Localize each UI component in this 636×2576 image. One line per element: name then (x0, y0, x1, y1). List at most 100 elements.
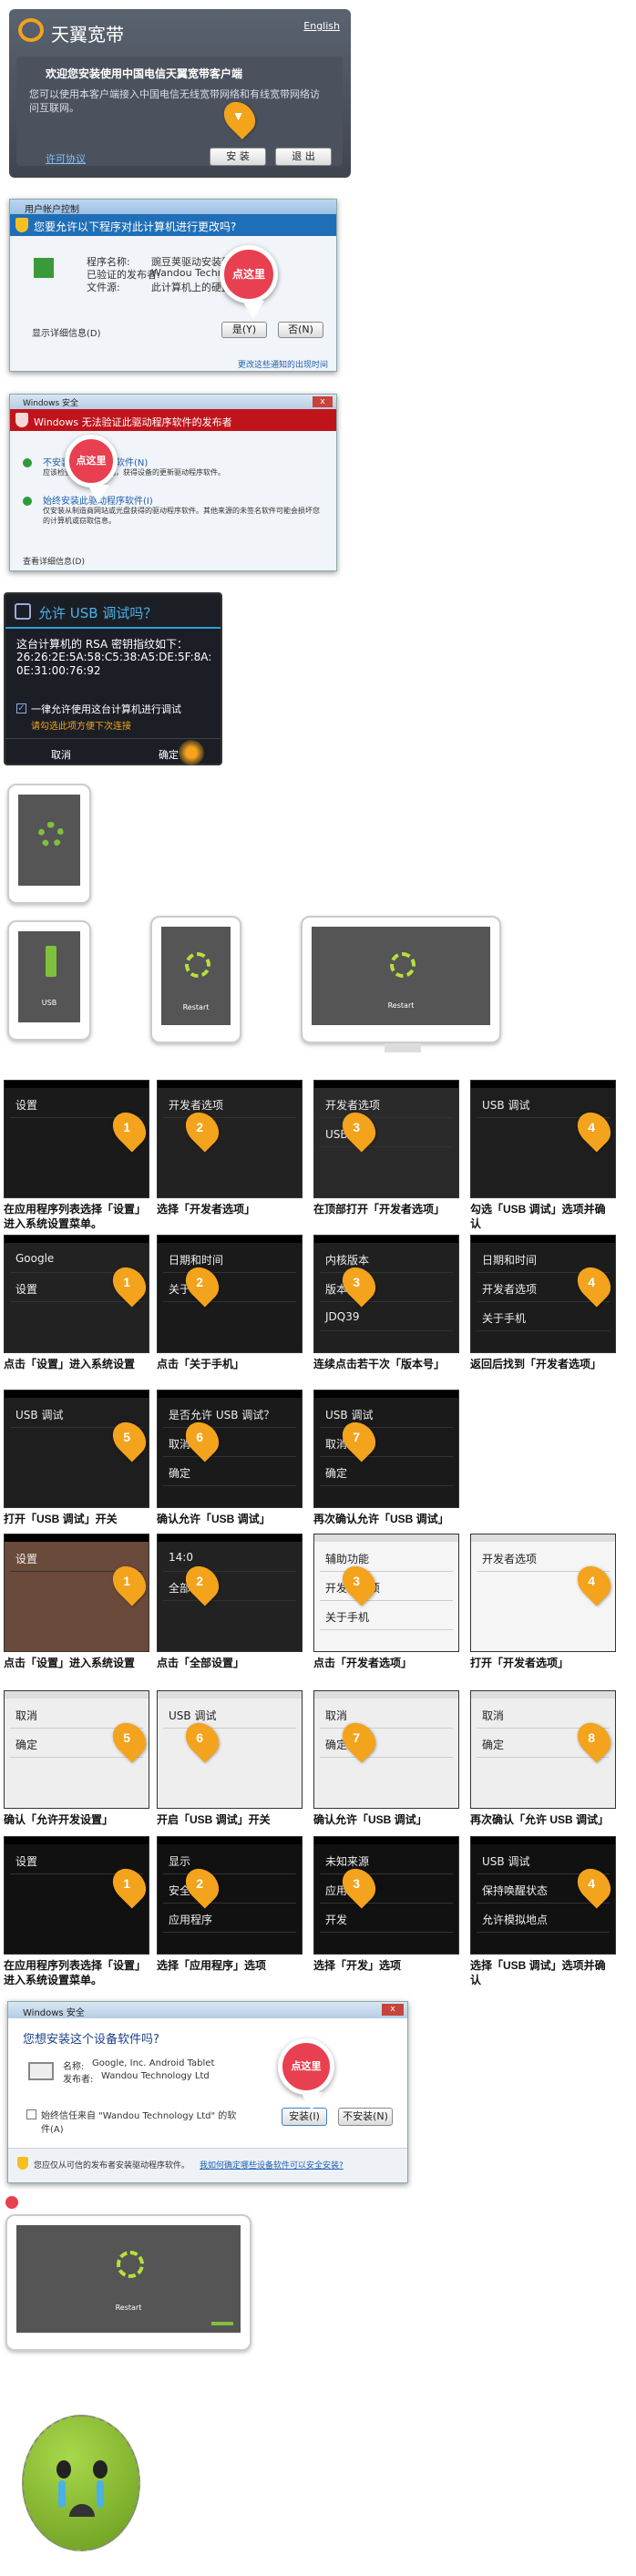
program-icon (34, 258, 54, 278)
list-divider (163, 1272, 296, 1273)
button-divider (5, 738, 221, 739)
screen-text[interactable]: 关于手机 (482, 1310, 526, 1326)
shield-icon (17, 2157, 28, 2170)
close-icon[interactable]: x (313, 396, 333, 407)
list-divider (320, 1600, 453, 1601)
list-divider (320, 1873, 453, 1874)
loading-icon (390, 952, 415, 978)
screen-text[interactable]: 设置 (15, 1551, 37, 1566)
screen-text[interactable]: 确定 (169, 1465, 190, 1481)
screen-text[interactable]: 日期和时间 (482, 1252, 537, 1267)
list-divider (163, 1728, 296, 1729)
screen-text[interactable]: 辅助功能 (325, 1551, 369, 1566)
install-button[interactable]: 安装(I) (282, 2108, 327, 2126)
uac-no-button[interactable]: 否(N) (278, 322, 323, 338)
screen-text[interactable]: 内核版本 (325, 1252, 369, 1267)
step-number: 4 (588, 1120, 596, 1135)
winsec2-titlebar: Windows 安全 x (8, 2002, 407, 2018)
install-button[interactable]: 安 装 (210, 148, 266, 166)
warning-shield-icon (15, 413, 28, 427)
footer-link[interactable]: 我如何确定哪些设备软件可以安全安装? (200, 2159, 344, 2171)
screen-text[interactable]: 关于手机 (325, 1609, 369, 1625)
dont-install-button[interactable]: 不安装(N) (338, 2108, 393, 2126)
loading-icon (185, 952, 210, 978)
step-caption: 确认「允许开发设置」 (4, 1813, 114, 1826)
install-device-dialog: Windows 安全 x 您想安装这个设备软件吗? 名称: Google, In… (7, 2001, 408, 2183)
list-divider (320, 1485, 453, 1486)
status-bar (471, 1691, 615, 1699)
screen-text[interactable]: JDQ39 (325, 1310, 360, 1323)
list-divider (10, 1301, 143, 1302)
footer-text: 您应仅从可信的发布者安装驱动程序软件。 (34, 2161, 190, 2171)
monitor-restart-label: Restart (115, 2304, 142, 2312)
uac-yes-button[interactable]: 是(Y) (221, 322, 267, 338)
winsec-titlebar: Windows 安全 x (10, 395, 336, 409)
list-divider (320, 1146, 453, 1147)
exit-button[interactable]: 退 出 (275, 148, 332, 166)
always-allow-checkbox[interactable]: ✓ (16, 703, 26, 713)
usb-icon (15, 603, 31, 620)
usb-plug-icon (46, 946, 56, 977)
step-number: 4 (588, 1275, 596, 1290)
screen-text[interactable]: USB 调试 (482, 1097, 529, 1113)
status-bar (314, 1691, 458, 1699)
close-icon[interactable]: x (382, 2004, 404, 2016)
status-bar (471, 1837, 615, 1844)
screen-text[interactable]: 显示 (169, 1853, 190, 1869)
screen-text[interactable]: 确定 (325, 1465, 347, 1481)
screen-text[interactable]: 取消 (482, 1708, 504, 1723)
step-screenshot: 辅助功能开发者选项关于手机 (313, 1534, 459, 1652)
screen-text[interactable]: 确定 (15, 1737, 37, 1752)
status-bar (471, 1534, 615, 1542)
screen-text[interactable]: 开发者选项 (325, 1097, 380, 1113)
step-caption: 点击「关于手机」 (157, 1358, 245, 1370)
status-bar (158, 1534, 302, 1542)
screen-text[interactable]: 应用程序 (169, 1912, 212, 1927)
show-details-toggle[interactable]: 显示详细信息(D) (32, 325, 101, 339)
screen-text[interactable]: USB 调试 (169, 1708, 216, 1723)
screen-text[interactable]: 开发者选项 (482, 1281, 537, 1297)
list-divider (163, 1932, 296, 1933)
step-number: 2 (196, 1120, 204, 1135)
screen-text[interactable]: 日期和时间 (169, 1252, 223, 1267)
screen-text[interactable]: 14:0 (169, 1551, 193, 1564)
winsec-header-text: Windows 无法验证此驱动程序软件的发布者 (34, 416, 232, 428)
screen-text[interactable]: 确定 (482, 1737, 504, 1752)
step-screenshot: 开发者选项USB 调试 (313, 1080, 459, 1198)
screen-text[interactable]: USB 调试 (15, 1407, 63, 1422)
step-number: 2 (196, 1574, 204, 1589)
step-screenshot: 开发者选项 (157, 1080, 303, 1198)
change-settings-link[interactable]: 更改这些通知的出现时间 (238, 358, 328, 370)
screen-text[interactable]: 开发者选项 (169, 1097, 223, 1113)
step-number: 1 (123, 1574, 131, 1589)
device-icon (28, 2062, 54, 2080)
loading-icon (117, 2251, 144, 2278)
screen-text[interactable]: 设置 (15, 1097, 37, 1113)
screen-text[interactable]: 是否允许 USB 调试？ (169, 1407, 274, 1422)
screen-text[interactable]: 未知来源 (325, 1853, 369, 1869)
screen-text[interactable]: 设置 (15, 1853, 37, 1869)
list-divider (320, 1932, 453, 1933)
screen-text[interactable]: 开发者选项 (482, 1551, 537, 1566)
screen-text[interactable]: 设置 (15, 1281, 37, 1297)
trust-label: 始终信任来自 "Wandou Technology Ltd" 的软件(A) (41, 2111, 237, 2135)
screen-text[interactable]: USB 调试 (482, 1853, 529, 1869)
list-divider (477, 1932, 610, 1933)
screen-text[interactable]: Google (15, 1252, 54, 1265)
usb-ok-button[interactable]: 确定 (159, 747, 179, 762)
step-number: 6 (196, 1430, 204, 1445)
screen-text[interactable]: 保持唤醒状态 (482, 1883, 548, 1898)
usb-cancel-button[interactable]: 取消 (51, 747, 71, 762)
arrow-icon (23, 458, 32, 467)
screen-text[interactable]: 允许模拟地点 (482, 1912, 548, 1927)
screen-text[interactable]: 取消 (15, 1708, 37, 1723)
screen-text[interactable]: USB 调试 (325, 1407, 373, 1422)
trust-checkbox[interactable] (26, 2109, 36, 2119)
list-divider (163, 1873, 296, 1874)
english-link[interactable]: English (303, 20, 340, 32)
device-name-label: 名称: (63, 2062, 85, 2072)
view-details-toggle[interactable]: 查看详细信息(D) (23, 555, 85, 567)
license-link[interactable]: 许可协议 (46, 151, 86, 166)
screen-text[interactable]: 取消 (325, 1708, 347, 1723)
screen-text[interactable]: 开发 (325, 1912, 347, 1927)
